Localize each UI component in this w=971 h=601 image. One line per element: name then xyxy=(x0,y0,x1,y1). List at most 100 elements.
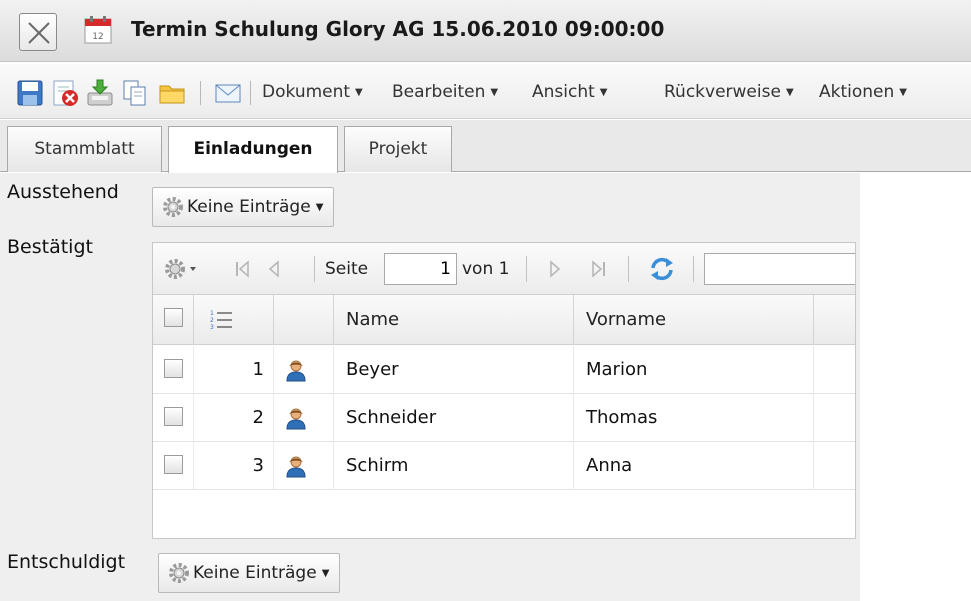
delete-icon[interactable] xyxy=(51,79,79,107)
gear-icon xyxy=(163,197,183,217)
row-number: 1 xyxy=(194,346,274,394)
ausstehend-dropdown[interactable]: Keine Einträge ▼ xyxy=(152,187,335,227)
close-button[interactable] xyxy=(19,13,57,51)
menu-aktionen[interactable]: Aktionen ▼ xyxy=(819,82,907,102)
gear-menu-icon[interactable] xyxy=(163,256,199,282)
menu-dokument[interactable]: Dokument ▼ xyxy=(262,82,363,102)
mail-icon[interactable] xyxy=(214,79,242,107)
toolbar: Dokument ▼ Bearbeiten ▼ Ansicht ▼ Rückverwe… xyxy=(0,64,971,119)
section-label-bestaetigt: Bestätigt xyxy=(7,236,93,258)
confirmed-grid: Seite von 1 1 2 3 xyxy=(152,242,856,539)
save-icon[interactable] xyxy=(16,79,44,107)
prev-page-icon[interactable] xyxy=(266,259,282,279)
section-label-ausstehend: Ausstehend xyxy=(7,181,119,203)
select-all-cell xyxy=(153,295,194,345)
tab-projekt[interactable]: Projekt xyxy=(344,126,452,172)
empty-area xyxy=(860,173,971,601)
caret-down-icon: ▼ xyxy=(599,87,608,98)
column-header-name[interactable]: Name xyxy=(334,295,574,345)
tab-strip: Stammblatt Einladungen Projekt xyxy=(0,120,971,173)
person-icon xyxy=(286,456,306,478)
caret-down-icon: ▼ xyxy=(899,87,907,98)
column-header-vorname[interactable]: Vorname xyxy=(574,295,814,345)
row-checkbox[interactable] xyxy=(164,455,183,474)
grid-search-input[interactable] xyxy=(704,253,855,285)
window-titlebar: 12 Termin Schulung Glory AG 15.06.2010 0… xyxy=(0,0,971,62)
caret-down-icon: ▼ xyxy=(490,87,499,98)
icon-column-header xyxy=(274,295,334,345)
select-all-checkbox[interactable] xyxy=(164,308,183,327)
toolbar-separator xyxy=(200,81,201,105)
tab-einladungen[interactable]: Einladungen xyxy=(168,126,338,173)
row-number-header[interactable]: 1 2 3 xyxy=(194,295,274,345)
section-label-entschuldigt: Entschuldigt xyxy=(7,551,126,573)
person-icon xyxy=(286,408,306,430)
cell-name: Schneider xyxy=(334,394,574,442)
grid-pager: Seite von 1 xyxy=(153,243,855,295)
cell-vorname: Anna xyxy=(574,442,814,490)
row-checkbox[interactable] xyxy=(164,407,183,426)
menu-label: Aktionen xyxy=(819,82,895,102)
row-checkbox-cell xyxy=(153,346,194,394)
first-page-icon[interactable] xyxy=(233,259,251,279)
import-icon[interactable] xyxy=(86,79,114,107)
caret-down-icon: ▼ xyxy=(315,201,324,213)
numbered-list-icon: 1 2 3 xyxy=(210,310,232,331)
caret-down-icon: ▼ xyxy=(355,87,363,98)
gear-icon xyxy=(169,563,189,583)
calendar-icon: 12 xyxy=(84,16,112,44)
pager-separator xyxy=(526,256,527,282)
folder-icon[interactable] xyxy=(158,79,186,107)
svg-text:2: 2 xyxy=(210,317,214,324)
svg-text:1: 1 xyxy=(210,310,214,317)
page-number-input[interactable] xyxy=(384,253,457,285)
svg-text:3: 3 xyxy=(210,324,214,331)
window-title: Termin Schulung Glory AG 15.06.2010 09:0… xyxy=(131,17,665,41)
row-checkbox-cell xyxy=(153,442,194,490)
row-icon-cell xyxy=(274,394,334,442)
row-icon-cell xyxy=(274,346,334,394)
row-checkbox-cell xyxy=(153,394,194,442)
next-page-icon[interactable] xyxy=(547,259,563,279)
caret-down-icon: ▼ xyxy=(321,567,330,579)
menu-ansicht[interactable]: Ansicht ▼ xyxy=(532,82,607,102)
table-row[interactable]: 1 Beyer Marion xyxy=(153,346,855,394)
cell-vorname: Thomas xyxy=(574,394,814,442)
copy-icon[interactable] xyxy=(121,79,149,107)
row-number: 3 xyxy=(194,442,274,490)
menu-label: Rückverweise xyxy=(664,82,781,102)
pager-separator xyxy=(314,256,315,282)
menu-label: Dokument xyxy=(262,82,351,102)
person-icon xyxy=(286,360,306,382)
dropdown-label: Keine Einträge xyxy=(193,563,317,583)
tab-stammblatt[interactable]: Stammblatt xyxy=(7,126,162,172)
toolbar-separator xyxy=(250,81,251,105)
cell-name: Beyer xyxy=(334,346,574,394)
tab-label: Einladungen xyxy=(193,139,313,159)
menu-rueckverweise[interactable]: Rückverweise ▼ xyxy=(664,82,794,102)
close-icon xyxy=(28,22,50,44)
dropdown-label: Keine Einträge xyxy=(187,197,311,217)
refresh-icon[interactable] xyxy=(647,254,677,284)
tab-label: Projekt xyxy=(368,139,428,159)
tab-label: Stammblatt xyxy=(34,139,135,159)
entschuldigt-dropdown[interactable]: Keine Einträge ▼ xyxy=(158,553,341,593)
last-page-icon[interactable] xyxy=(590,259,608,279)
pager-separator xyxy=(693,256,694,282)
grid-header: 1 2 3 Name Vorname xyxy=(153,295,855,345)
table-row[interactable]: 2 Schneider Thomas xyxy=(153,394,855,442)
page-label: Seite xyxy=(325,259,369,279)
page-count-label: von 1 xyxy=(462,259,510,279)
menu-bearbeiten[interactable]: Bearbeiten ▼ xyxy=(392,82,498,102)
row-icon-cell xyxy=(274,442,334,490)
menu-label: Bearbeiten xyxy=(392,82,486,102)
cell-vorname: Marion xyxy=(574,346,814,394)
svg-text:12: 12 xyxy=(92,32,103,42)
menu-label: Ansicht xyxy=(532,82,595,102)
row-number: 2 xyxy=(194,394,274,442)
pager-separator xyxy=(628,256,629,282)
cell-name: Schirm xyxy=(334,442,574,490)
row-checkbox[interactable] xyxy=(164,359,183,378)
caret-down-icon: ▼ xyxy=(785,87,794,98)
table-row[interactable]: 3 Schirm Anna xyxy=(153,442,855,490)
